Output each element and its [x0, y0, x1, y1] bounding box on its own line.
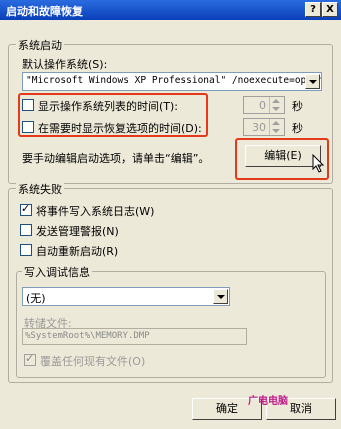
show-recovery-spinner[interactable]: 30	[243, 118, 285, 136]
show-recovery-value: 30	[252, 121, 266, 134]
seconds-unit-2: 秒	[292, 122, 303, 135]
send-alert-checkbox[interactable]	[20, 224, 32, 236]
dump-file-input[interactable]: %SystemRoot%\MEMORY.DMP	[22, 328, 247, 345]
close-button[interactable]: X	[322, 2, 338, 17]
dump-type-value: (无)	[26, 292, 46, 305]
failure-group-title: 系统失败	[16, 181, 64, 197]
show-os-list-spinner[interactable]: 0	[243, 96, 285, 114]
window-title: 启动和故障恢复	[6, 5, 83, 18]
overwrite-label: 覆盖任何现有文件(O)	[40, 355, 146, 368]
default-os-label: 默认操作系统(S):	[22, 58, 108, 71]
debug-group-title: 写入调试信息	[22, 264, 92, 280]
show-recovery-checkbox[interactable]	[22, 121, 34, 133]
auto-restart-checkbox[interactable]	[20, 244, 32, 256]
ok-button-label: 确定	[216, 402, 238, 415]
mouse-cursor-icon	[312, 154, 325, 173]
write-event-label: 将事件写入系统日志(W)	[36, 205, 155, 218]
show-recovery-label: 在需要时显示恢复选项的时间(D):	[38, 122, 202, 135]
send-alert-label: 发送管理警报(N)	[36, 225, 119, 238]
edit-button[interactable]: 编辑(E)	[245, 145, 321, 167]
dump-type-select[interactable]: (无)	[22, 287, 230, 306]
edit-hint: 要手动编辑启动选项，请单击“编辑”。	[22, 152, 210, 165]
title-bar: 启动和故障恢复 ? X	[0, 0, 341, 20]
default-os-select[interactable]: "Microsoft Windows XP Professional" /noe…	[22, 72, 322, 91]
chevron-down-icon[interactable]	[213, 289, 228, 304]
auto-restart-label: 自动重新启动(R)	[36, 245, 119, 258]
cancel-button-label: 取消	[290, 402, 312, 415]
chevron-down-icon[interactable]	[305, 74, 320, 89]
show-os-list-checkbox[interactable]	[22, 99, 34, 111]
spinner-arrows-icon[interactable]	[269, 97, 284, 113]
watermark-text: 广电电脑	[248, 396, 288, 407]
default-os-value: "Microsoft Windows XP Professional" /noe…	[26, 75, 322, 86]
write-event-checkbox[interactable]	[20, 202, 32, 216]
seconds-unit-1: 秒	[292, 100, 303, 113]
edit-button-label: 编辑(E)	[264, 149, 302, 162]
startup-group-title: 系统启动	[16, 37, 64, 53]
spinner-arrows-icon[interactable]	[269, 119, 284, 135]
help-button[interactable]: ?	[305, 2, 321, 17]
show-os-list-value: 0	[259, 99, 266, 112]
overwrite-checkbox[interactable]	[24, 352, 36, 366]
show-os-list-label: 显示操作系统列表的时间(T):	[38, 100, 179, 113]
